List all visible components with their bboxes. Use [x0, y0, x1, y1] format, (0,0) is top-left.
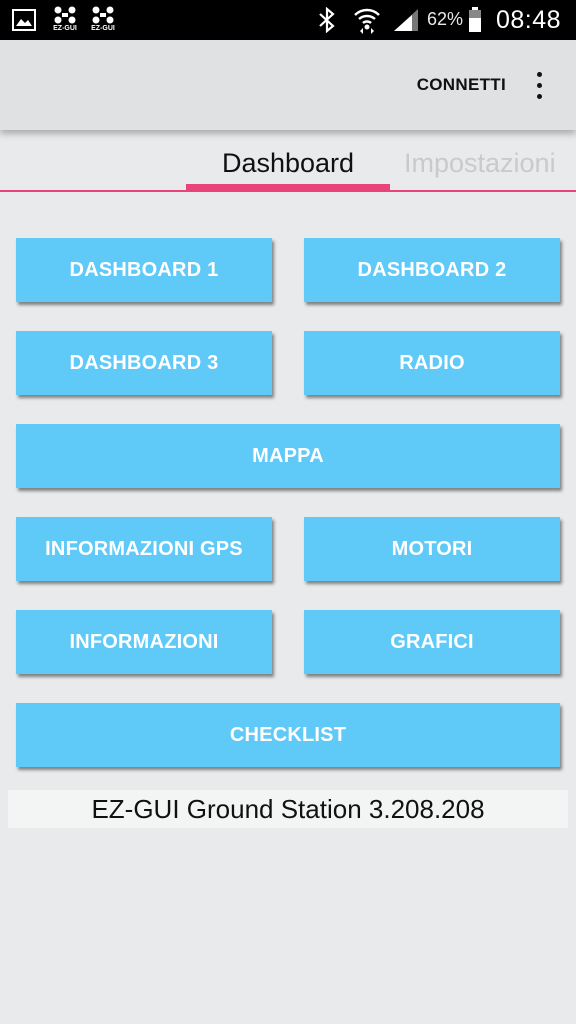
- radio-button[interactable]: RADIO: [304, 331, 560, 395]
- dashboard-2-button[interactable]: DASHBOARD 2: [304, 238, 560, 302]
- status-bar: EZ-GUI EZ-GUI 62% 08:48: [0, 0, 576, 40]
- signal-icon: [393, 8, 419, 37]
- ez-gui-icon: EZ-GUI: [51, 6, 79, 36]
- ez-gui-icon: EZ-GUI: [89, 6, 117, 36]
- gps-info-button[interactable]: INFORMAZIONI GPS: [16, 517, 272, 581]
- wifi-icon: [352, 4, 382, 39]
- battery-percent: 62%: [427, 9, 464, 29]
- tab-bar: Dashboard Impostazioni: [0, 130, 576, 192]
- action-bar: CONNETTI: [0, 40, 576, 130]
- mappa-button[interactable]: MAPPA: [16, 424, 560, 488]
- tab-impostazioni[interactable]: Impostazioni: [404, 148, 556, 179]
- tab-dashboard[interactable]: Dashboard: [188, 148, 388, 179]
- motori-button[interactable]: MOTORI: [304, 517, 560, 581]
- picture-icon: [12, 9, 36, 36]
- connect-button[interactable]: CONNETTI: [417, 75, 506, 95]
- checklist-button[interactable]: CHECKLIST: [16, 703, 560, 767]
- bluetooth-icon: [317, 6, 337, 38]
- battery-icon: [468, 7, 482, 38]
- informazioni-button[interactable]: INFORMAZIONI: [16, 610, 272, 674]
- ez-gui-icon-label: EZ-GUI: [53, 25, 77, 32]
- dashboard-3-button[interactable]: DASHBOARD 3: [16, 331, 272, 395]
- dashboard-1-button[interactable]: DASHBOARD 1: [16, 238, 272, 302]
- clock: 08:48: [496, 6, 562, 34]
- active-tab-indicator: [186, 184, 390, 190]
- version-label: EZ-GUI Ground Station 3.208.208: [8, 790, 568, 828]
- ez-gui-icon-label: EZ-GUI: [91, 25, 115, 32]
- overflow-menu-icon[interactable]: [532, 70, 546, 102]
- grafici-button[interactable]: GRAFICI: [304, 610, 560, 674]
